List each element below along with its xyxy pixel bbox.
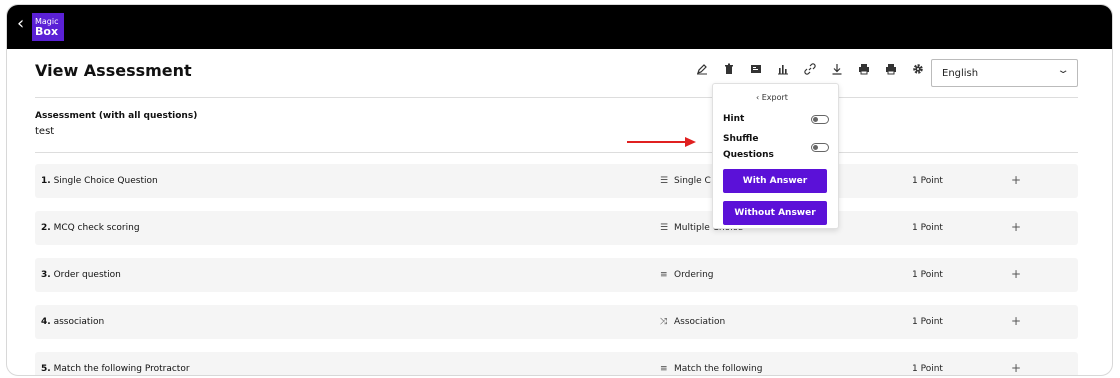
expand-plus-icon[interactable]: + — [1011, 220, 1021, 234]
list-icon: ☰ — [660, 223, 669, 233]
question-title: 5. Match the following Protractor — [41, 364, 190, 374]
question-points: 1 Point — [912, 223, 943, 233]
shuffle-questions-toggle[interactable] — [811, 143, 829, 152]
question-points: 1 Point — [912, 270, 943, 280]
shuffle-label-line1: Shuffle — [723, 134, 759, 144]
assessment-label: Assessment (with all questions) — [35, 111, 198, 121]
question-type-label: Association — [674, 317, 726, 327]
question-text: MCQ check scoring — [53, 223, 140, 233]
logo-line2: Box — [35, 25, 59, 38]
hint-toggle[interactable] — [811, 115, 829, 124]
export-menu: ‹ Export Hint Shuffle Questions With Ans… — [712, 83, 839, 229]
question-title: 1. Single Choice Question — [41, 176, 158, 186]
with-answer-button[interactable]: With Answer — [723, 169, 827, 193]
question-type-label: Single C — [674, 176, 711, 186]
question-text: Match the following Protractor — [53, 364, 190, 374]
delete-icon[interactable] — [720, 63, 738, 81]
question-number: 2. — [41, 223, 51, 233]
chart-icon[interactable] — [774, 63, 792, 81]
pencil-icon[interactable] — [693, 63, 711, 81]
download-icon[interactable] — [828, 63, 846, 81]
shuffle-label-line2: Questions — [723, 150, 774, 160]
expand-plus-icon[interactable]: + — [1011, 314, 1021, 328]
question-points: 1 Point — [912, 176, 943, 186]
top-bar: ‹ Magic Box — [7, 5, 1112, 49]
question-type: ⤨ Association — [660, 317, 725, 327]
divider — [35, 97, 1078, 98]
list-icon: ☰ — [660, 176, 669, 186]
magicbox-logo[interactable]: Magic Box — [32, 13, 64, 41]
question-type: ≡ Ordering — [660, 270, 714, 280]
language-value: English — [942, 68, 979, 79]
question-points: 1 Point — [912, 364, 943, 374]
app-window: ‹ Magic Box View Assessment English ⌄ As… — [6, 4, 1113, 376]
question-title: 2. MCQ check scoring — [41, 223, 140, 233]
preview-icon[interactable] — [747, 63, 765, 81]
hint-label: Hint — [723, 114, 745, 124]
language-select[interactable]: English ⌄ — [931, 59, 1078, 87]
question-type-label: Match the following — [674, 364, 763, 374]
association-icon: ⤨ — [660, 317, 668, 327]
question-text: Single Choice Question — [53, 176, 158, 186]
page-title: View Assessment — [35, 61, 192, 80]
print-icon[interactable] — [855, 63, 873, 81]
question-row[interactable]: 1. Single Choice Question ☰ Single C 1 Po… — [35, 164, 1078, 198]
question-text: association — [53, 317, 105, 327]
question-row[interactable]: 2. MCQ check scoring ☰ Multiple Choice 1 … — [35, 211, 1078, 245]
print-icon[interactable] — [882, 63, 900, 81]
question-row[interactable]: 3. Order question ≡ Ordering 1 Point + — [35, 258, 1078, 292]
question-number: 4. — [41, 317, 51, 327]
annotation-arrow — [627, 137, 696, 147]
question-title: 3. Order question — [41, 270, 121, 280]
question-number: 1. — [41, 176, 51, 186]
export-back-label: Export — [761, 93, 788, 102]
ordering-icon: ≡ — [660, 270, 668, 280]
expand-plus-icon[interactable]: + — [1011, 173, 1021, 187]
question-type: ☰ Single C — [660, 176, 711, 186]
link-icon[interactable] — [801, 63, 819, 81]
expand-plus-icon[interactable]: + — [1011, 361, 1021, 375]
question-number: 3. — [41, 270, 51, 280]
chevron-down-icon: ⌄ — [1056, 65, 1070, 76]
assessment-value: test — [35, 126, 55, 137]
question-points: 1 Point — [912, 317, 943, 327]
question-text: Order question — [53, 270, 121, 280]
question-row[interactable]: 5. Match the following Protractor ≡ Match… — [35, 352, 1078, 375]
gear-icon[interactable] — [909, 63, 927, 81]
question-type-label: Ordering — [674, 270, 714, 280]
match-icon: ≡ — [660, 364, 668, 374]
question-type: ≡ Match the following — [660, 364, 762, 374]
without-answer-button[interactable]: Without Answer — [723, 201, 827, 225]
export-back-button[interactable]: ‹ Export — [756, 93, 788, 102]
question-title: 4. association — [41, 317, 104, 327]
question-number: 5. — [41, 364, 51, 374]
chevron-left-icon[interactable]: ‹ — [17, 14, 24, 34]
expand-plus-icon[interactable]: + — [1011, 267, 1021, 281]
question-row[interactable]: 4. association ⤨ Association 1 Point + — [35, 305, 1078, 339]
divider — [35, 152, 1078, 153]
